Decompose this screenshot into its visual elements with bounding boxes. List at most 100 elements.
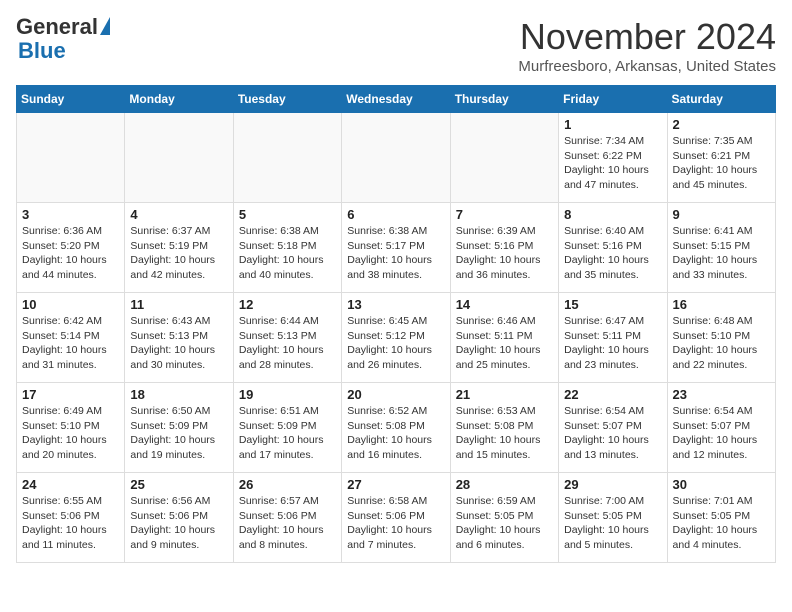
calendar-header-friday: Friday xyxy=(559,86,667,113)
week-row-5: 24Sunrise: 6:55 AMSunset: 5:06 PMDayligh… xyxy=(17,473,776,563)
calendar-cell: 6 Sunrise: 6:38 AMSunset: 5:17 PMDaylight… xyxy=(342,203,450,293)
day-number: 3 xyxy=(22,207,119,222)
day-info: Sunrise: 6:56 AMSunset: 5:06 PMDaylight:… xyxy=(130,494,227,553)
calendar-cell: 16Sunrise: 6:48 AMSunset: 5:10 PMDayligh… xyxy=(667,293,775,383)
calendar-cell: 2 Sunrise: 7:35 AMSunset: 6:21 PMDaylight… xyxy=(667,113,775,203)
title-block: November 2024 Murfreesboro, Arkansas, Un… xyxy=(518,16,776,75)
day-number: 8 xyxy=(564,207,661,222)
day-number: 23 xyxy=(673,387,770,402)
calendar-cell: 1Sunrise: 7:34 AMSunset: 6:22 PMDaylight… xyxy=(559,113,667,203)
month-title: November 2024 xyxy=(518,16,776,58)
calendar-cell: 18Sunrise: 6:50 AMSunset: 5:09 PMDayligh… xyxy=(125,383,233,473)
day-info: Sunrise: 6:39 AMSunset: 5:16 PMDaylight:… xyxy=(456,224,553,283)
day-info: Sunrise: 6:46 AMSunset: 5:11 PMDaylight:… xyxy=(456,314,553,373)
day-info: Sunrise: 6:58 AMSunset: 5:06 PMDaylight:… xyxy=(347,494,444,553)
calendar-header-monday: Monday xyxy=(125,86,233,113)
day-number: 29 xyxy=(564,477,661,492)
calendar-header-row: SundayMondayTuesdayWednesdayThursdayFrid… xyxy=(17,86,776,113)
day-info: Sunrise: 6:47 AMSunset: 5:11 PMDaylight:… xyxy=(564,314,661,373)
calendar-cell xyxy=(233,113,341,203)
calendar-cell: 7 Sunrise: 6:39 AMSunset: 5:16 PMDaylight… xyxy=(450,203,558,293)
calendar-cell: 25 Sunrise: 6:56 AMSunset: 5:06 PMDayligh… xyxy=(125,473,233,563)
day-number: 18 xyxy=(130,387,227,402)
day-number: 6 xyxy=(347,207,444,222)
day-info: Sunrise: 6:53 AMSunset: 5:08 PMDaylight:… xyxy=(456,404,553,463)
calendar-cell xyxy=(450,113,558,203)
calendar-cell xyxy=(342,113,450,203)
week-row-4: 17 Sunrise: 6:49 AMSunset: 5:10 PMDayligh… xyxy=(17,383,776,473)
day-info: Sunrise: 6:55 AMSunset: 5:06 PMDaylight:… xyxy=(22,494,119,553)
calendar-cell: 28Sunrise: 6:59 AMSunset: 5:05 PMDayligh… xyxy=(450,473,558,563)
calendar-cell xyxy=(17,113,125,203)
day-info: Sunrise: 6:45 AMSunset: 5:12 PMDaylight:… xyxy=(347,314,444,373)
calendar-cell: 29 Sunrise: 7:00 AMSunset: 5:05 PMDayligh… xyxy=(559,473,667,563)
calendar-cell: 13 Sunrise: 6:45 AMSunset: 5:12 PMDayligh… xyxy=(342,293,450,383)
calendar-header-sunday: Sunday xyxy=(17,86,125,113)
day-number: 30 xyxy=(673,477,770,492)
day-number: 1 xyxy=(564,117,661,132)
day-number: 5 xyxy=(239,207,336,222)
calendar-cell: 30 Sunrise: 7:01 AMSunset: 5:05 PMDayligh… xyxy=(667,473,775,563)
day-number: 20 xyxy=(347,387,444,402)
day-number: 7 xyxy=(456,207,553,222)
day-info: Sunrise: 6:38 AMSunset: 5:17 PMDaylight:… xyxy=(347,224,444,283)
day-info: Sunrise: 6:42 AMSunset: 5:14 PMDaylight:… xyxy=(22,314,119,373)
calendar-cell: 14 Sunrise: 6:46 AMSunset: 5:11 PMDayligh… xyxy=(450,293,558,383)
logo: General Blue xyxy=(16,16,110,64)
day-info: Sunrise: 7:01 AMSunset: 5:05 PMDaylight:… xyxy=(673,494,770,553)
day-number: 26 xyxy=(239,477,336,492)
logo-general-text: General xyxy=(16,16,98,38)
calendar-cell: 10 Sunrise: 6:42 AMSunset: 5:14 PMDayligh… xyxy=(17,293,125,383)
day-info: Sunrise: 6:44 AMSunset: 5:13 PMDaylight:… xyxy=(239,314,336,373)
day-info: Sunrise: 6:43 AMSunset: 5:13 PMDaylight:… xyxy=(130,314,227,373)
day-info: Sunrise: 6:54 AMSunset: 5:07 PMDaylight:… xyxy=(673,404,770,463)
day-number: 21 xyxy=(456,387,553,402)
day-number: 2 xyxy=(673,117,770,132)
day-number: 12 xyxy=(239,297,336,312)
day-info: Sunrise: 6:51 AMSunset: 5:09 PMDaylight:… xyxy=(239,404,336,463)
day-info: Sunrise: 6:36 AMSunset: 5:20 PMDaylight:… xyxy=(22,224,119,283)
calendar-cell: 27Sunrise: 6:58 AMSunset: 5:06 PMDayligh… xyxy=(342,473,450,563)
day-number: 22 xyxy=(564,387,661,402)
calendar-cell: 3 Sunrise: 6:36 AMSunset: 5:20 PMDaylight… xyxy=(17,203,125,293)
day-number: 4 xyxy=(130,207,227,222)
day-number: 25 xyxy=(130,477,227,492)
day-number: 28 xyxy=(456,477,553,492)
day-number: 17 xyxy=(22,387,119,402)
week-row-3: 10 Sunrise: 6:42 AMSunset: 5:14 PMDayligh… xyxy=(17,293,776,383)
calendar-cell: 24Sunrise: 6:55 AMSunset: 5:06 PMDayligh… xyxy=(17,473,125,563)
calendar-cell: 17 Sunrise: 6:49 AMSunset: 5:10 PMDayligh… xyxy=(17,383,125,473)
week-row-1: 1Sunrise: 7:34 AMSunset: 6:22 PMDaylight… xyxy=(17,113,776,203)
week-row-2: 3 Sunrise: 6:36 AMSunset: 5:20 PMDaylight… xyxy=(17,203,776,293)
calendar-header-tuesday: Tuesday xyxy=(233,86,341,113)
day-info: Sunrise: 6:49 AMSunset: 5:10 PMDaylight:… xyxy=(22,404,119,463)
calendar-cell: 9 Sunrise: 6:41 AMSunset: 5:15 PMDaylight… xyxy=(667,203,775,293)
day-number: 15 xyxy=(564,297,661,312)
calendar-header-wednesday: Wednesday xyxy=(342,86,450,113)
calendar-header-thursday: Thursday xyxy=(450,86,558,113)
calendar-cell: 22 Sunrise: 6:54 AMSunset: 5:07 PMDayligh… xyxy=(559,383,667,473)
day-number: 16 xyxy=(673,297,770,312)
logo-triangle-icon xyxy=(100,17,110,35)
calendar-cell xyxy=(125,113,233,203)
calendar-cell: 8Sunrise: 6:40 AMSunset: 5:16 PMDaylight… xyxy=(559,203,667,293)
calendar-cell: 26 Sunrise: 6:57 AMSunset: 5:06 PMDayligh… xyxy=(233,473,341,563)
day-number: 13 xyxy=(347,297,444,312)
calendar-cell: 23 Sunrise: 6:54 AMSunset: 5:07 PMDayligh… xyxy=(667,383,775,473)
day-info: Sunrise: 6:57 AMSunset: 5:06 PMDaylight:… xyxy=(239,494,336,553)
day-number: 9 xyxy=(673,207,770,222)
day-info: Sunrise: 6:41 AMSunset: 5:15 PMDaylight:… xyxy=(673,224,770,283)
location: Murfreesboro, Arkansas, United States xyxy=(518,58,776,75)
day-number: 10 xyxy=(22,297,119,312)
day-number: 14 xyxy=(456,297,553,312)
calendar-table: SundayMondayTuesdayWednesdayThursdayFrid… xyxy=(16,85,776,563)
calendar-cell: 20Sunrise: 6:52 AMSunset: 5:08 PMDayligh… xyxy=(342,383,450,473)
calendar-cell: 11Sunrise: 6:43 AMSunset: 5:13 PMDayligh… xyxy=(125,293,233,383)
calendar-header-saturday: Saturday xyxy=(667,86,775,113)
calendar-cell: 4Sunrise: 6:37 AMSunset: 5:19 PMDaylight… xyxy=(125,203,233,293)
day-info: Sunrise: 7:35 AMSunset: 6:21 PMDaylight:… xyxy=(673,134,770,193)
calendar-cell: 21 Sunrise: 6:53 AMSunset: 5:08 PMDayligh… xyxy=(450,383,558,473)
day-info: Sunrise: 7:00 AMSunset: 5:05 PMDaylight:… xyxy=(564,494,661,553)
calendar-cell: 12 Sunrise: 6:44 AMSunset: 5:13 PMDayligh… xyxy=(233,293,341,383)
day-info: Sunrise: 6:54 AMSunset: 5:07 PMDaylight:… xyxy=(564,404,661,463)
